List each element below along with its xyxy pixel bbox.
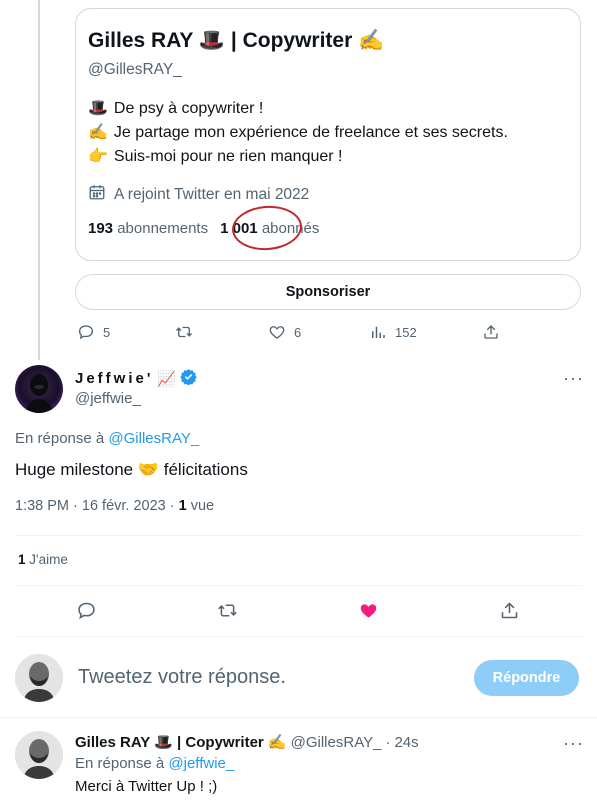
verified-badge-icon (180, 368, 197, 389)
more-options-icon[interactable]: ··· (563, 368, 584, 389)
reply-to-link[interactable]: @jeffwie_ (168, 755, 234, 772)
bio-line: 👉 Suis-moi pour ne rien manquer ! (88, 145, 568, 169)
tweet-text: Huge milestone 🤝 félicitations (15, 460, 248, 479)
bio-line: 🎩 De psy à copywriter ! (88, 97, 568, 121)
divider (15, 585, 582, 586)
follow-stats: 193 abonnements 1 001 abonnés (88, 203, 568, 253)
bottom-author-handle[interactable]: @GillesRAY_ (291, 734, 382, 751)
in-reply-to: En réponse à @jeffwie_ (75, 755, 235, 772)
reply-input[interactable]: Tweetez votre réponse. (78, 666, 286, 689)
share-action[interactable] (499, 600, 520, 621)
following-stat[interactable]: 193 abonnements (88, 220, 208, 237)
share-icon (484, 325, 498, 339)
compose-avatar[interactable] (15, 654, 63, 702)
sponsor-button[interactable]: Sponsoriser (75, 274, 581, 310)
retweet-icon (176, 326, 192, 338)
analytics-icon (372, 326, 385, 338)
divider (15, 535, 582, 536)
like-action[interactable]: 6 (268, 323, 301, 341)
likes-summary[interactable]: 1 J'aime (18, 552, 68, 567)
annotation-circle (230, 203, 304, 253)
views-action[interactable]: 152 (369, 323, 417, 341)
reply-tweet-actions (0, 598, 597, 622)
calendar-icon (88, 183, 106, 206)
reply-icon (78, 325, 94, 340)
divider (0, 717, 597, 718)
heart-filled-icon (360, 603, 377, 617)
avatar[interactable] (15, 365, 63, 413)
like-action-active[interactable] (358, 600, 379, 621)
bottom-tweet-header: Gilles RAY 🎩 | Copywriter ✍️ @GillesRAY_… (75, 733, 419, 752)
profile-card[interactable]: Gilles RAY 🎩 | Copywriter ✍️ @GillesRAY_… (75, 8, 581, 261)
share-action[interactable] (482, 323, 500, 341)
reply-author-handle: @jeffwie_ (75, 390, 141, 407)
bottom-author-name[interactable]: Gilles RAY 🎩 | Copywriter ✍️ (75, 733, 287, 751)
tweet-actions: 5 6 152 (0, 322, 597, 342)
divider (15, 636, 582, 637)
reply-icon (78, 602, 95, 619)
bottom-tweet-text: Merci à Twitter Up ! ;) (75, 778, 218, 795)
reply-author-name[interactable]: Jeffwie' 📈 (75, 368, 197, 389)
in-reply-to: En réponse à @GillesRAY_ (15, 430, 200, 447)
thread-line (38, 0, 40, 360)
card-bio: 🎩 De psy à copywriter ! ✍️ Je partage mon … (88, 97, 568, 169)
writing-hand-icon: ✍️ (88, 124, 108, 141)
bottom-tweet-time[interactable]: 24s (394, 734, 418, 751)
tweet-meta: 1:38 PM · 16 févr. 2023 · 1 vue (15, 498, 215, 514)
reply-action[interactable] (76, 600, 97, 621)
bio-line: ✍️ Je partage mon expérience de freelance… (88, 121, 568, 145)
card-handle: @GillesRAY_ (88, 61, 182, 78)
hat-icon: 🎩 (88, 100, 108, 117)
pointing-hand-icon: 👉 (88, 148, 108, 165)
retweet-action[interactable] (217, 600, 238, 621)
avatar[interactable] (15, 731, 63, 779)
retweet-action[interactable] (175, 323, 193, 341)
reply-button[interactable]: Répondre (474, 660, 579, 696)
card-name-text: Gilles RAY 🎩 | Copywriter ✍️ (88, 29, 385, 52)
heart-icon (269, 326, 285, 339)
share-icon (501, 601, 518, 618)
timestamp[interactable]: 1:38 PM · 16 févr. 2023 · (15, 498, 179, 514)
card-name: Gilles RAY 🎩 | Copywriter ✍️ (88, 27, 568, 55)
joined-date: A rejoint Twitter en mai 2022 (88, 183, 568, 206)
chart-increasing-icon: 📈 (157, 370, 177, 388)
more-options-icon[interactable]: ··· (563, 733, 584, 754)
retweet-icon (218, 603, 237, 617)
reply-action[interactable]: 5 (77, 323, 110, 341)
reply-to-link[interactable]: @GillesRAY_ (108, 430, 199, 447)
